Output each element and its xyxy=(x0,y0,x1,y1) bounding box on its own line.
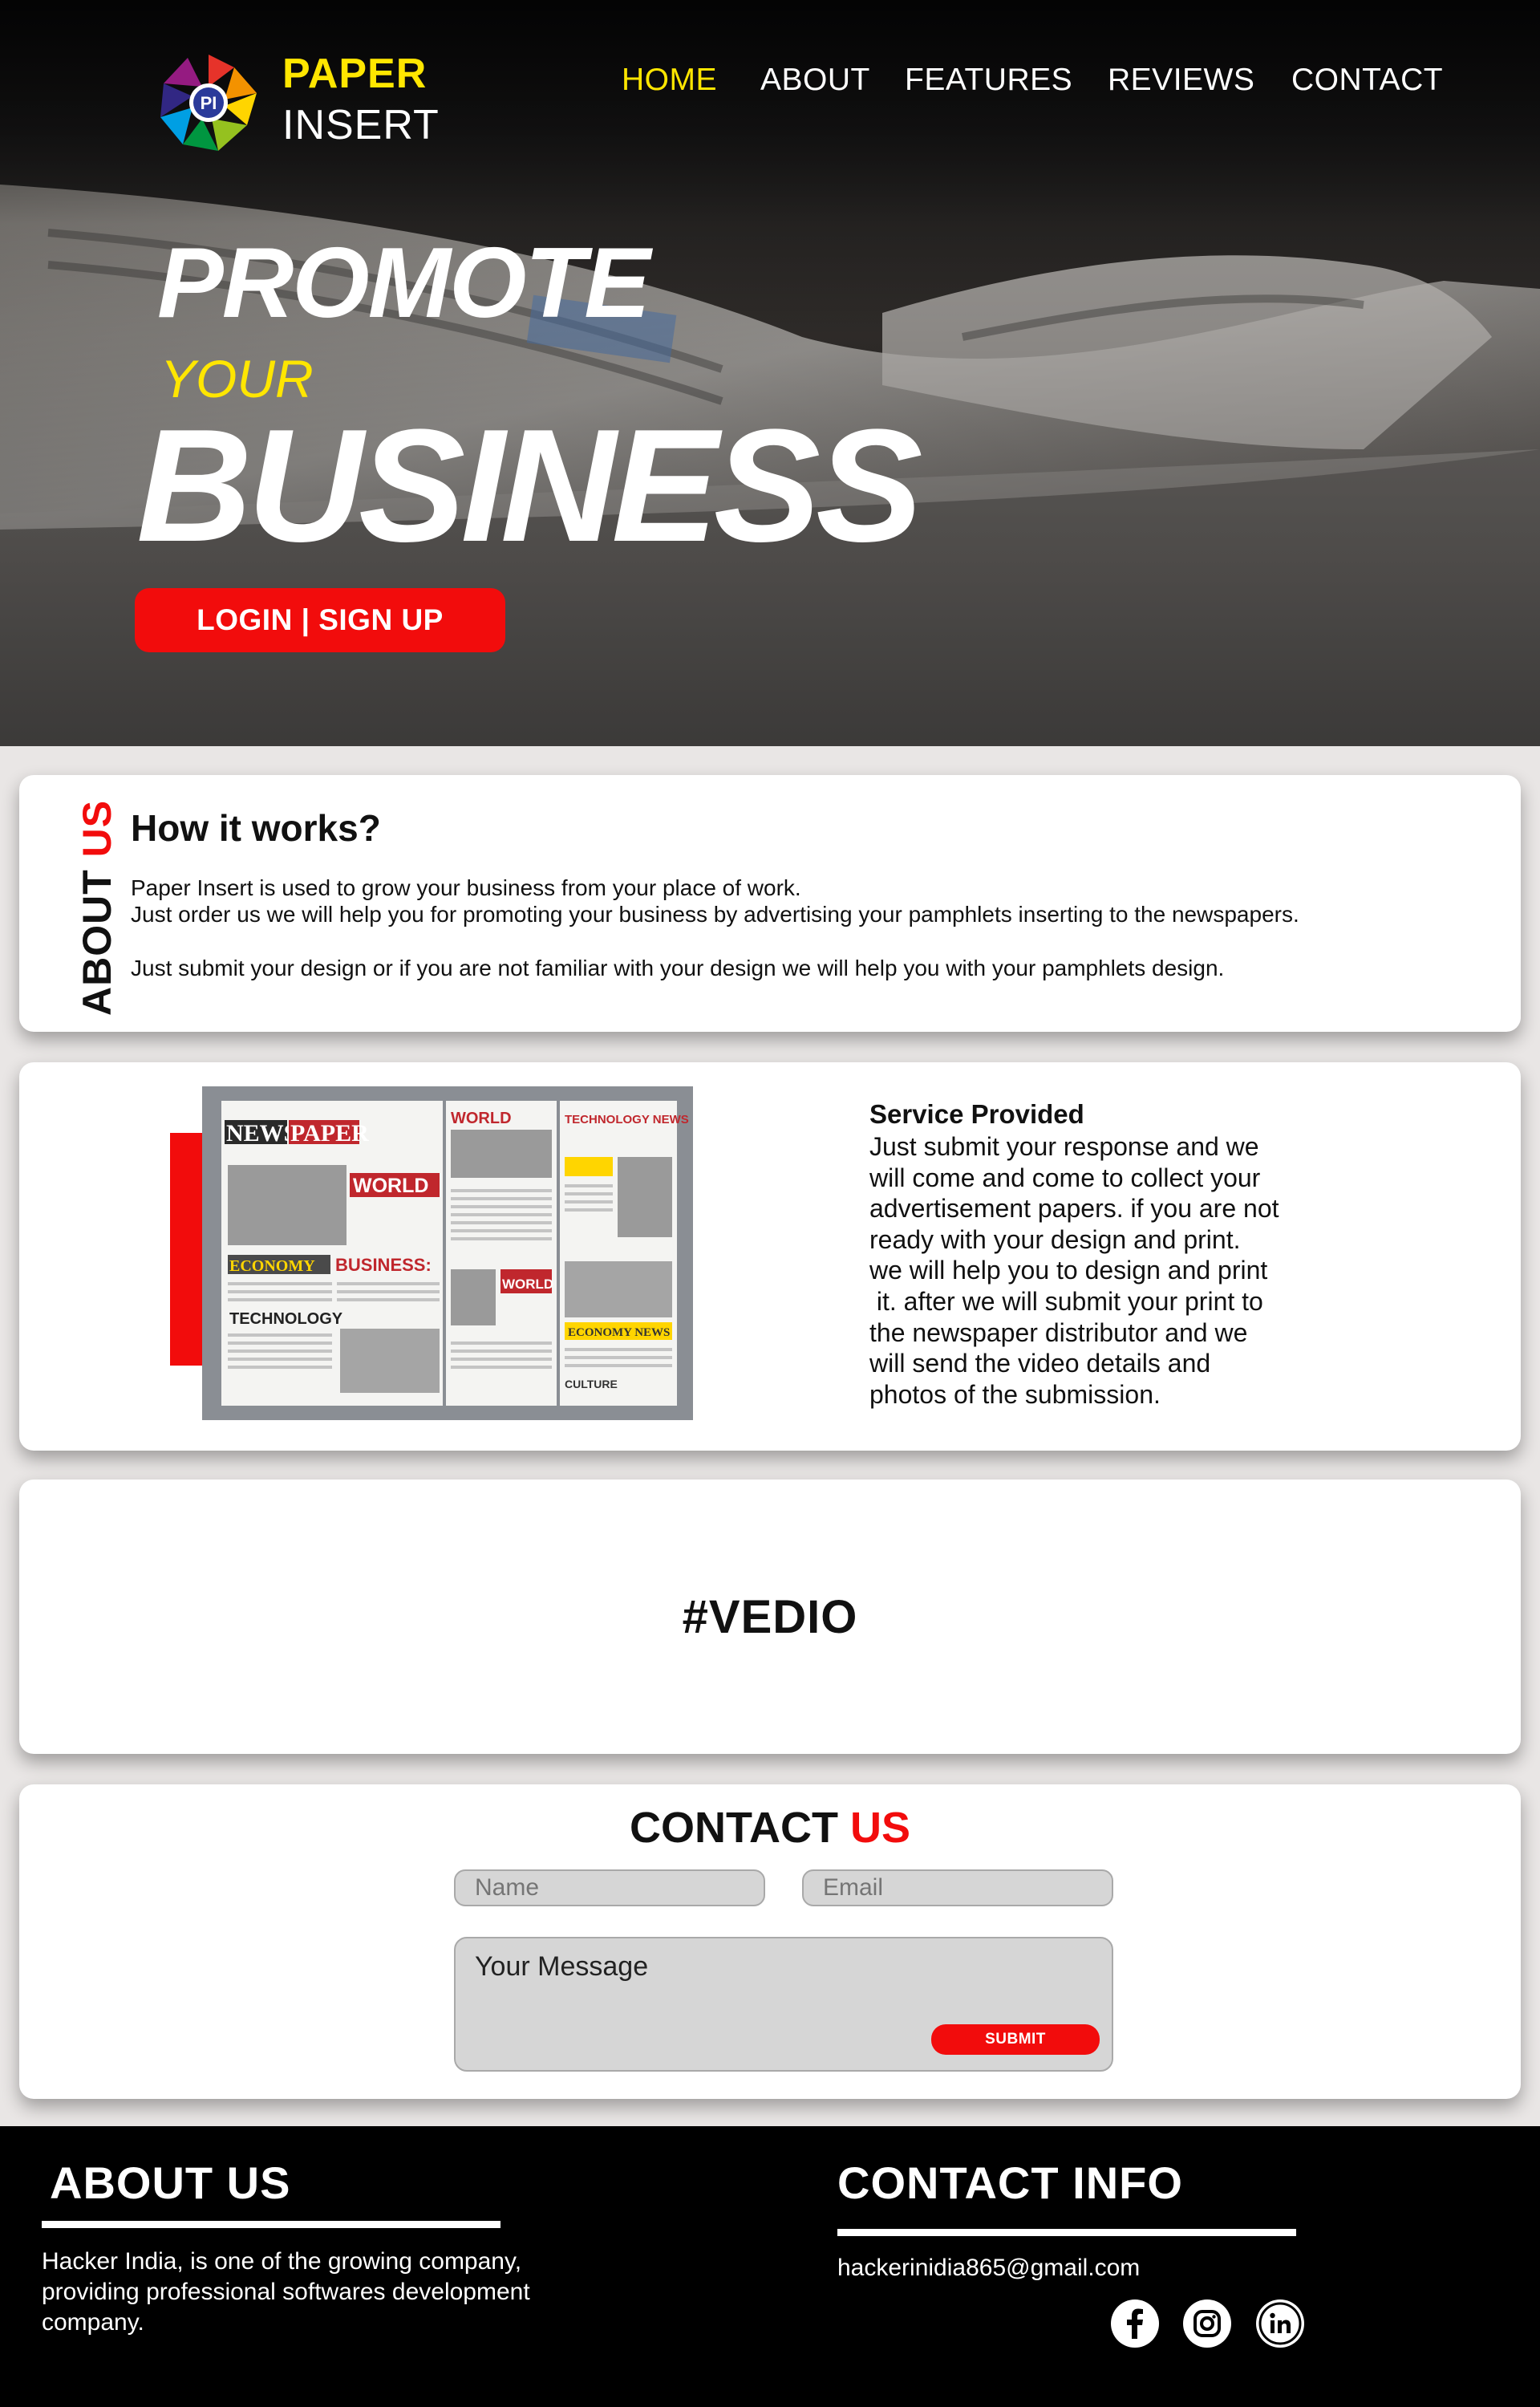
name-input[interactable] xyxy=(454,1869,765,1906)
masthead-paper-text: PAPER xyxy=(290,1120,369,1147)
how-it-works-paragraph-1: Paper Insert is used to grow your busine… xyxy=(131,875,801,900)
main-navigation: HOME ABOUT FEATURES REVIEWS CONTACT xyxy=(0,63,1540,103)
instagram-icon[interactable] xyxy=(1182,2299,1232,2348)
footer: ABOUT US Hacker India, is one of the gro… xyxy=(0,2126,1540,2407)
service-description: Just submit your response and we will co… xyxy=(869,1131,1383,1410)
submit-button[interactable]: SUBMIT xyxy=(931,2024,1100,2055)
footer-about-text: Hacker India, is one of the growing comp… xyxy=(42,2247,530,2338)
nav-features-link[interactable]: FEATURES xyxy=(905,63,1072,98)
us-word: US xyxy=(849,1804,910,1852)
technology-news-text: TECHNOLOGY NEWS xyxy=(565,1113,689,1126)
about-label-word: ABOUT xyxy=(75,857,120,1016)
login-signup-button[interactable]: LOGIN | SIGN UP xyxy=(135,588,505,652)
message-placeholder: Your Message xyxy=(475,1951,649,1982)
nav-about-link[interactable]: ABOUT xyxy=(760,63,870,98)
culture-text: CULTURE xyxy=(565,1378,618,1390)
footer-contact-divider xyxy=(837,2229,1296,2236)
service-provided-title: Service Provided xyxy=(869,1099,1084,1129)
service-line: will send the video details and xyxy=(869,1349,1211,1378)
brand-name-line-2: INSERT xyxy=(282,102,440,148)
hero-section: PI PAPER INSERT HOME ABOUT FEATURES REVI… xyxy=(0,0,1540,746)
economy-headline-text: ECONOMY xyxy=(229,1257,315,1275)
service-line: Just submit your response and we xyxy=(869,1132,1259,1161)
red-accent-bar xyxy=(170,1133,202,1366)
footer-about-line: company. xyxy=(42,2309,144,2336)
about-us-vertical-label: ABOUT US xyxy=(74,800,120,1016)
footer-about-line: providing professional softwares develop… xyxy=(42,2279,530,2305)
nav-home-link[interactable]: HOME xyxy=(622,63,717,98)
video-placeholder-label: #VEDIO xyxy=(682,1591,858,1643)
masthead-news-text: NEWS xyxy=(226,1120,297,1147)
contact-word: CONTACT xyxy=(630,1804,850,1852)
business-headline-text: BUSINESS: xyxy=(335,1255,432,1275)
us-label-word: US xyxy=(75,799,120,858)
service-line: the newspaper distributor and we xyxy=(869,1317,1248,1347)
world-page-2-box-text: WORLD xyxy=(502,1277,553,1292)
footer-about-line: Hacker India, is one of the growing comp… xyxy=(42,2248,522,2275)
service-line: we will help you to design and print xyxy=(869,1256,1268,1285)
footer-email[interactable]: hackerinidia865@gmail.com xyxy=(837,2253,1140,2283)
footer-about-title: ABOUT US xyxy=(50,2157,291,2208)
service-line: will come and come to collect your xyxy=(869,1163,1261,1192)
service-line: ready with your design and print. xyxy=(869,1224,1241,1254)
service-line: photos of the submission. xyxy=(869,1379,1161,1409)
world-headline-text: WORLD xyxy=(353,1175,428,1197)
nav-reviews-link[interactable]: REVIEWS xyxy=(1108,63,1254,98)
facebook-icon[interactable] xyxy=(1110,2299,1160,2348)
hero-headline-business: BUSINESS xyxy=(136,396,922,575)
contact-us-title: CONTACT US xyxy=(0,1803,1540,1853)
how-it-works-paragraph-3: Just submit your design or if you are no… xyxy=(131,956,1225,980)
economy-news-text: ECONOMY NEWS xyxy=(568,1326,670,1339)
footer-about-divider xyxy=(42,2221,500,2228)
service-line: it. after we will submit your print to xyxy=(869,1286,1263,1316)
email-input[interactable] xyxy=(802,1869,1113,1906)
service-line: advertisement papers. if you are not xyxy=(869,1194,1279,1224)
linkedin-icon[interactable] xyxy=(1255,2299,1305,2348)
world-page-2-text: WORLD xyxy=(451,1110,512,1127)
how-it-works-title: How it works? xyxy=(131,807,381,849)
hero-headline-promote: PROMOTE xyxy=(157,228,650,339)
how-it-works-paragraph-2: Just order us we will help you for promo… xyxy=(131,902,1299,927)
footer-contact-title: CONTACT INFO xyxy=(837,2157,1183,2208)
technology-headline-text: TECHNOLOGY xyxy=(229,1310,343,1328)
newspaper-illustration: NEWS PAPER WORLD ECONOMY BUSINESS: TECHN… xyxy=(170,1086,693,1420)
nav-contact-link[interactable]: CONTACT xyxy=(1291,63,1443,98)
